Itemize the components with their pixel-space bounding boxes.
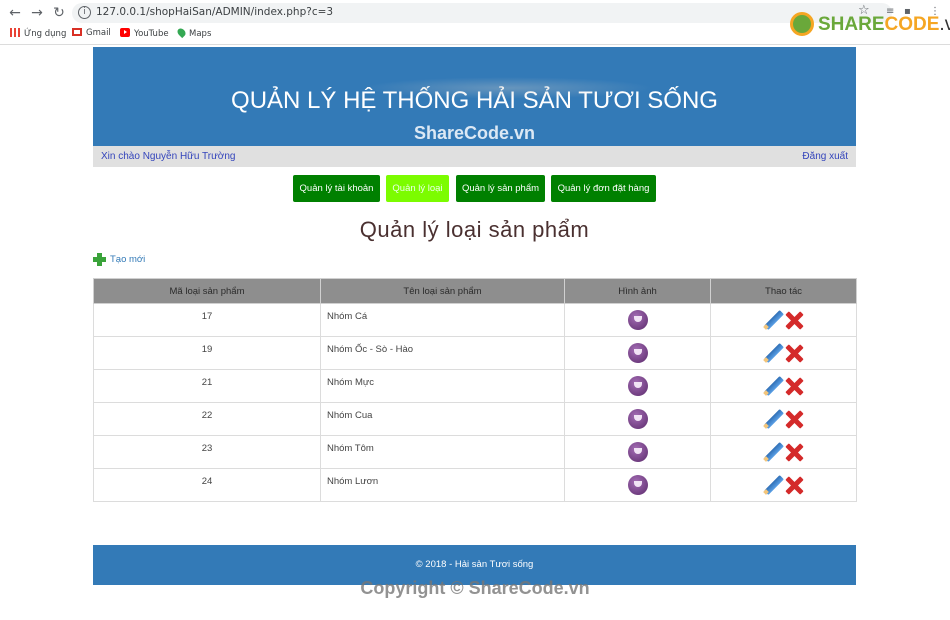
reload-icon[interactable]: ↻ bbox=[50, 4, 68, 22]
admin-menu: Quản lý tài khoản Quản lý loại Quản lý s… bbox=[93, 167, 856, 213]
category-id: 19 bbox=[93, 336, 321, 370]
edit-icon[interactable] bbox=[763, 475, 783, 495]
menu-accounts-button[interactable]: Quản lý tài khoản bbox=[293, 175, 380, 202]
table-row: 21 Nhóm Mực bbox=[93, 369, 857, 403]
category-id: 22 bbox=[93, 402, 321, 436]
logo-ball-icon bbox=[790, 12, 814, 36]
menu-orders-button[interactable]: Quản lý đơn đặt hàng bbox=[551, 175, 656, 202]
category-name: Nhóm Ốc - Sò - Hào bbox=[320, 336, 565, 370]
column-header-image: Hình ảnh bbox=[564, 278, 711, 304]
back-icon[interactable]: ← bbox=[6, 4, 24, 22]
greeting-text: Xin chào Nguyễn Hữu Trường bbox=[101, 151, 236, 162]
copyright-watermark: Copyright © ShareCode.vn bbox=[360, 578, 590, 598]
category-image-icon bbox=[627, 376, 648, 396]
browser-chrome: ← → ↻ i 127.0.0.1/shopHaiSan/ADMIN/index… bbox=[0, 0, 950, 45]
bookmark-youtube[interactable]: YouTube bbox=[120, 28, 169, 39]
column-header-name: Tên loại sản phẩm bbox=[320, 278, 565, 304]
gmail-icon bbox=[72, 28, 82, 36]
category-name: Nhóm Cua bbox=[320, 402, 565, 436]
delete-icon[interactable] bbox=[784, 409, 804, 429]
menu-products-button[interactable]: Quản lý sản phẩm bbox=[456, 175, 545, 202]
header-watermark: ShareCode.vn bbox=[413, 123, 536, 143]
edit-icon[interactable] bbox=[763, 442, 783, 462]
category-name: Nhóm Lươn bbox=[320, 468, 565, 502]
table-header-row: Mã loại sản phẩm Tên loại sản phẩm Hình … bbox=[93, 278, 857, 304]
category-name: Nhóm Mực bbox=[320, 369, 565, 403]
bookmark-apps[interactable]: Ứng dụng bbox=[10, 28, 66, 39]
category-table: Mã loại sản phẩm Tên loại sản phẩm Hình … bbox=[93, 278, 857, 502]
category-id: 23 bbox=[93, 435, 321, 469]
plus-icon[interactable] bbox=[93, 253, 106, 266]
bookmarks-bar: Ứng dụng Gmail YouTube Maps bbox=[0, 26, 700, 42]
forward-icon[interactable]: → bbox=[28, 4, 46, 22]
create-new-link[interactable]: Tạo mới bbox=[93, 245, 856, 278]
edit-icon[interactable] bbox=[763, 409, 783, 429]
apps-icon bbox=[10, 28, 20, 37]
category-id: 21 bbox=[93, 369, 321, 403]
bookmark-maps[interactable]: Maps bbox=[175, 26, 211, 39]
category-id: 24 bbox=[93, 468, 321, 502]
bookmark-gmail[interactable]: Gmail bbox=[72, 28, 111, 38]
table-row: 17 Nhóm Cá bbox=[93, 303, 857, 337]
delete-icon[interactable] bbox=[784, 376, 804, 396]
logout-link[interactable]: Đăng xuất bbox=[802, 151, 848, 162]
delete-icon[interactable] bbox=[784, 442, 804, 462]
category-image-icon bbox=[627, 442, 648, 462]
delete-icon[interactable] bbox=[784, 475, 804, 495]
category-name: Nhóm Cá bbox=[320, 303, 565, 337]
category-image-icon bbox=[627, 409, 648, 429]
column-header-actions: Thao tác bbox=[710, 278, 857, 304]
maps-icon bbox=[175, 26, 188, 39]
address-bar[interactable]: i 127.0.0.1/shopHaiSan/ADMIN/index.php?c… bbox=[72, 3, 892, 23]
table-row: 22 Nhóm Cua bbox=[93, 402, 857, 436]
category-image-icon bbox=[627, 310, 648, 330]
column-header-id: Mã loại sản phẩm bbox=[93, 278, 321, 304]
menu-categories-button[interactable]: Quản lý loại bbox=[386, 175, 449, 202]
admin-page: QUẢN LÝ HỆ THỐNG HẢI SẢN TƯƠI SỐNG Share… bbox=[93, 47, 857, 502]
edit-icon[interactable] bbox=[763, 376, 783, 396]
category-name: Nhóm Tôm bbox=[320, 435, 565, 469]
page-title: Quản lý loại sản phẩm bbox=[359, 217, 590, 242]
table-row: 19 Nhóm Ốc - Sò - Hào bbox=[93, 336, 857, 370]
category-image-icon bbox=[627, 475, 648, 495]
edit-icon[interactable] bbox=[763, 343, 783, 363]
youtube-icon bbox=[120, 28, 130, 37]
table-row: 24 Nhóm Lươn bbox=[93, 468, 857, 502]
category-id: 17 bbox=[93, 303, 321, 337]
info-icon[interactable]: i bbox=[78, 6, 91, 19]
delete-icon[interactable] bbox=[784, 310, 804, 330]
edit-icon[interactable] bbox=[763, 310, 783, 330]
table-row: 23 Nhóm Tôm bbox=[93, 435, 857, 469]
url-text[interactable]: 127.0.0.1/shopHaiSan/ADMIN/index.php?c=3 bbox=[96, 6, 333, 18]
title-shadow bbox=[363, 77, 653, 99]
user-bar: Xin chào Nguyễn Hữu Trường Đăng xuất bbox=[93, 146, 856, 167]
category-image-icon bbox=[627, 343, 648, 363]
delete-icon[interactable] bbox=[784, 343, 804, 363]
